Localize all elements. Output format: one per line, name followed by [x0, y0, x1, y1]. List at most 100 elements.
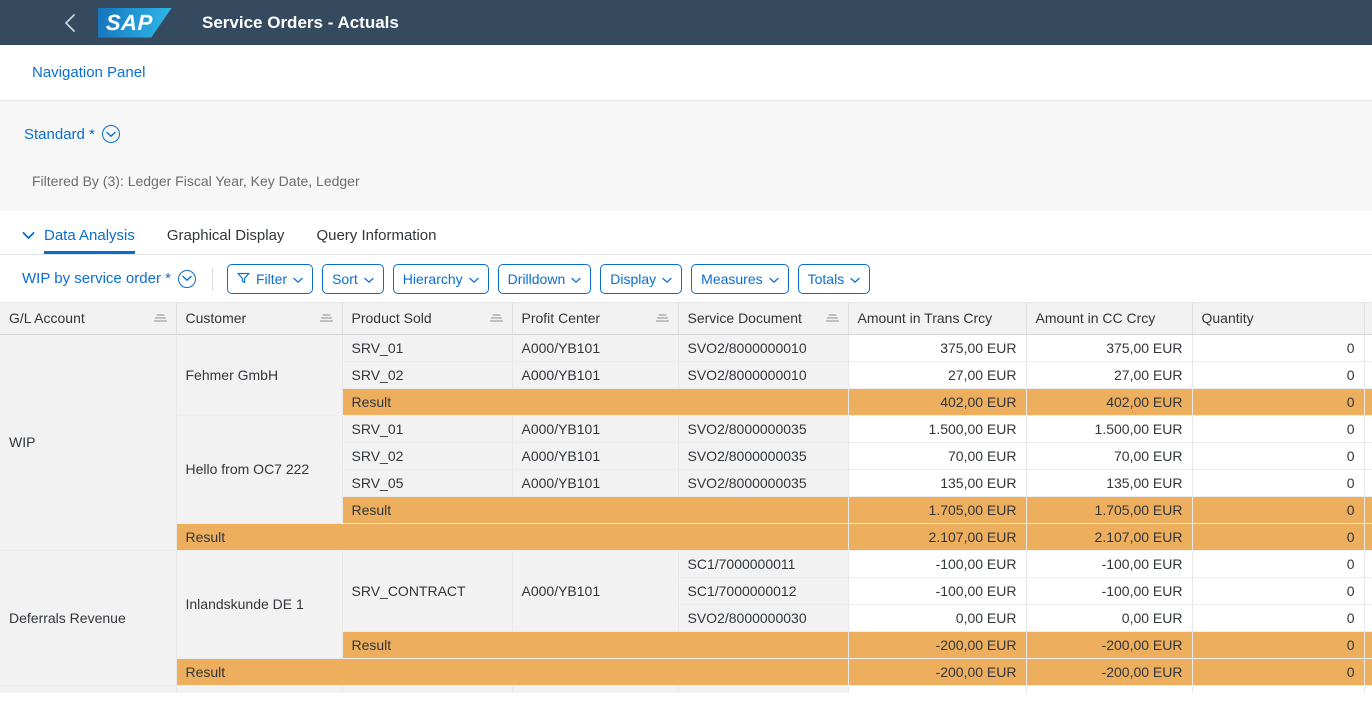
cell-partial [176, 685, 343, 693]
tab-query-information[interactable]: Query Information [316, 227, 436, 254]
row-filler [1364, 577, 1372, 605]
column-header[interactable]: Profit Center [512, 303, 679, 335]
cell-profit-center-text: A000/YB101 [521, 339, 601, 356]
table-row[interactable]: Hello from OC7 222 SRV_01 A000/YB101 SVO2/8… [0, 415, 1372, 524]
button-label: Filter [255, 270, 288, 287]
button-label: Measures [701, 270, 763, 287]
cell-service-document: SC1/7000000012 [678, 577, 849, 605]
display-button[interactable]: Display [600, 263, 683, 294]
cell-amount-trans-crcy-text: 375,00 EUR [940, 339, 1017, 356]
column-header[interactable]: Amount in CC Crcy [1026, 303, 1193, 335]
cell-product-sold-text: SRV_05 [351, 474, 404, 491]
column-header[interactable]: G/L Account [0, 303, 177, 335]
cell-quantity-text: 0 [1346, 474, 1355, 491]
filter-button[interactable]: Filter [226, 263, 314, 294]
group-sort-icon [489, 314, 503, 322]
cell-profit-center: A000/YB101 [512, 415, 679, 443]
cell-customer-text: Hello from OC7 222 [185, 461, 310, 477]
cell-amount-trans-crcy-text: 70,00 EUR [948, 447, 1017, 464]
cell-amount-trans-crcy-text: 135,00 EUR [940, 474, 1017, 491]
cell-service-document-text: SVO2/8000000030 [687, 609, 807, 626]
cell-result-quantity-text: 0 [1346, 663, 1355, 680]
cell-result-label: Result [342, 496, 849, 524]
hierarchy-button[interactable]: Hierarchy [392, 263, 489, 294]
cell-quantity: 0 [1192, 469, 1365, 497]
row-filler [1364, 496, 1372, 524]
chevron-down-circle-icon [101, 125, 120, 143]
back-button[interactable] [56, 10, 82, 36]
cell-profit-center-text: A000/YB101 [521, 366, 601, 383]
cell-service-document-text: SVO2/8000000035 [687, 474, 807, 491]
cell-quantity-text: 0 [1346, 555, 1355, 572]
table-row[interactable]: WIP Fehmer GmbH SRV_01 A000/YB101 SVO2/80000… [0, 334, 1372, 551]
column-header-label: G/L Account [9, 310, 85, 327]
chevron-down-icon [850, 271, 860, 287]
row-filler [1364, 334, 1372, 362]
page-title: Service Orders - Actuals [202, 12, 399, 32]
cell-profit-center-text: A000/YB101 [521, 447, 601, 464]
column-header[interactable]: Service Document [678, 303, 849, 335]
column-header[interactable]: Quantity [1192, 303, 1365, 335]
row-filler [1364, 415, 1372, 443]
tab-label: Data Analysis [44, 227, 135, 244]
cell-result-quantity: 0 [1192, 631, 1365, 659]
column-header[interactable]: Amount in Trans Crcy [848, 303, 1027, 335]
cell-quantity-text: 0 [1346, 339, 1355, 356]
cell-result-cc-crcy: -200,00 EUR [1026, 631, 1193, 659]
column-header[interactable]: Customer [176, 303, 343, 335]
variant-selector[interactable]: Standard * [24, 125, 120, 143]
cell-amount-trans-crcy: -100,00 EUR [848, 550, 1027, 578]
cell-customer: Inlandskunde DE 1 [176, 550, 343, 659]
measures-button[interactable]: Measures [691, 263, 789, 294]
table-body: WIP Fehmer GmbH SRV_01 A000/YB101 SVO2/80000… [0, 334, 1372, 693]
sap-logo[interactable]: SAP [98, 7, 172, 38]
chevron-down-icon [469, 271, 479, 287]
tab-data-analysis[interactable]: Data Analysis [22, 227, 135, 254]
column-header-label: Quantity [1201, 310, 1254, 327]
cell-quantity: 0 [1192, 334, 1365, 362]
cell-partial [848, 685, 1027, 693]
button-label: Display [610, 270, 657, 287]
table-header: G/L Account Customer Product Sold Profit Ce… [0, 303, 1372, 335]
account-result-row[interactable]: Result 2.107,00 EUR 2.107,00 EUR 0 [0, 523, 1372, 551]
cell-profit-center: A000/YB101 [512, 469, 679, 497]
pivot-table: G/L Account Customer Product Sold Profit Ce… [0, 303, 1372, 693]
chevron-down-circle-icon [177, 269, 196, 288]
cell-profit-center-text: A000/YB101 [521, 420, 601, 437]
cell-quantity: 0 [1192, 550, 1365, 578]
table-row-partial[interactable] [0, 685, 1372, 693]
account-result-row[interactable]: Result -200,00 EUR -200,00 EUR 0 [0, 658, 1372, 686]
tab-label: Graphical Display [166, 227, 285, 244]
cell-partial [0, 685, 177, 693]
navigation-panel-bar: Navigation Panel [0, 45, 1372, 101]
cell-result-trans-crcy-text: -200,00 EUR [935, 636, 1017, 653]
cell-result-label-text: Result [351, 636, 392, 653]
group-sort-icon [153, 314, 167, 322]
cell-result-label: Result [176, 658, 849, 686]
column-header[interactable]: Product Sold [342, 303, 513, 335]
tab-graphical-display[interactable]: Graphical Display [167, 227, 285, 254]
cell-amount-trans-crcy: 375,00 EUR [848, 334, 1027, 362]
sort-button[interactable]: Sort [322, 263, 384, 294]
cell-customer: Hello from OC7 222 [176, 415, 343, 524]
totals-button[interactable]: Totals [797, 263, 871, 294]
pivot-table-container[interactable]: G/L Account Customer Product Sold Profit Ce… [0, 303, 1372, 693]
row-filler [1364, 685, 1372, 693]
cell-product-sold: SRV_01 [342, 334, 513, 362]
sap-logo-text: SAP [105, 9, 153, 35]
drilldown-button[interactable]: Drilldown [497, 263, 592, 294]
cell-result-quantity: 0 [1192, 388, 1365, 416]
cell-gl-account: WIP [0, 334, 177, 551]
shell-header: SAP Service Orders - Actuals [0, 0, 1372, 45]
navigation-panel-link[interactable]: Navigation Panel [32, 64, 145, 81]
table-variant-selector[interactable]: WIP by service order * [22, 269, 196, 288]
tab-label: Query Information [316, 227, 437, 244]
cell-amount-trans-crcy-text: 1.500,00 EUR [928, 420, 1017, 437]
cell-amount-cc-crcy-text: 135,00 EUR [1106, 474, 1183, 491]
table-row[interactable]: Deferrals Revenue Inlandskunde DE 1 SRV_CO… [0, 550, 1372, 686]
row-filler [1364, 523, 1372, 551]
cell-result-label: Result [176, 523, 849, 551]
cell-amount-cc-crcy-text: 27,00 EUR [1114, 366, 1183, 383]
chevron-down-icon [768, 271, 779, 287]
cell-service-document: SC1/7000000011 [678, 550, 849, 578]
